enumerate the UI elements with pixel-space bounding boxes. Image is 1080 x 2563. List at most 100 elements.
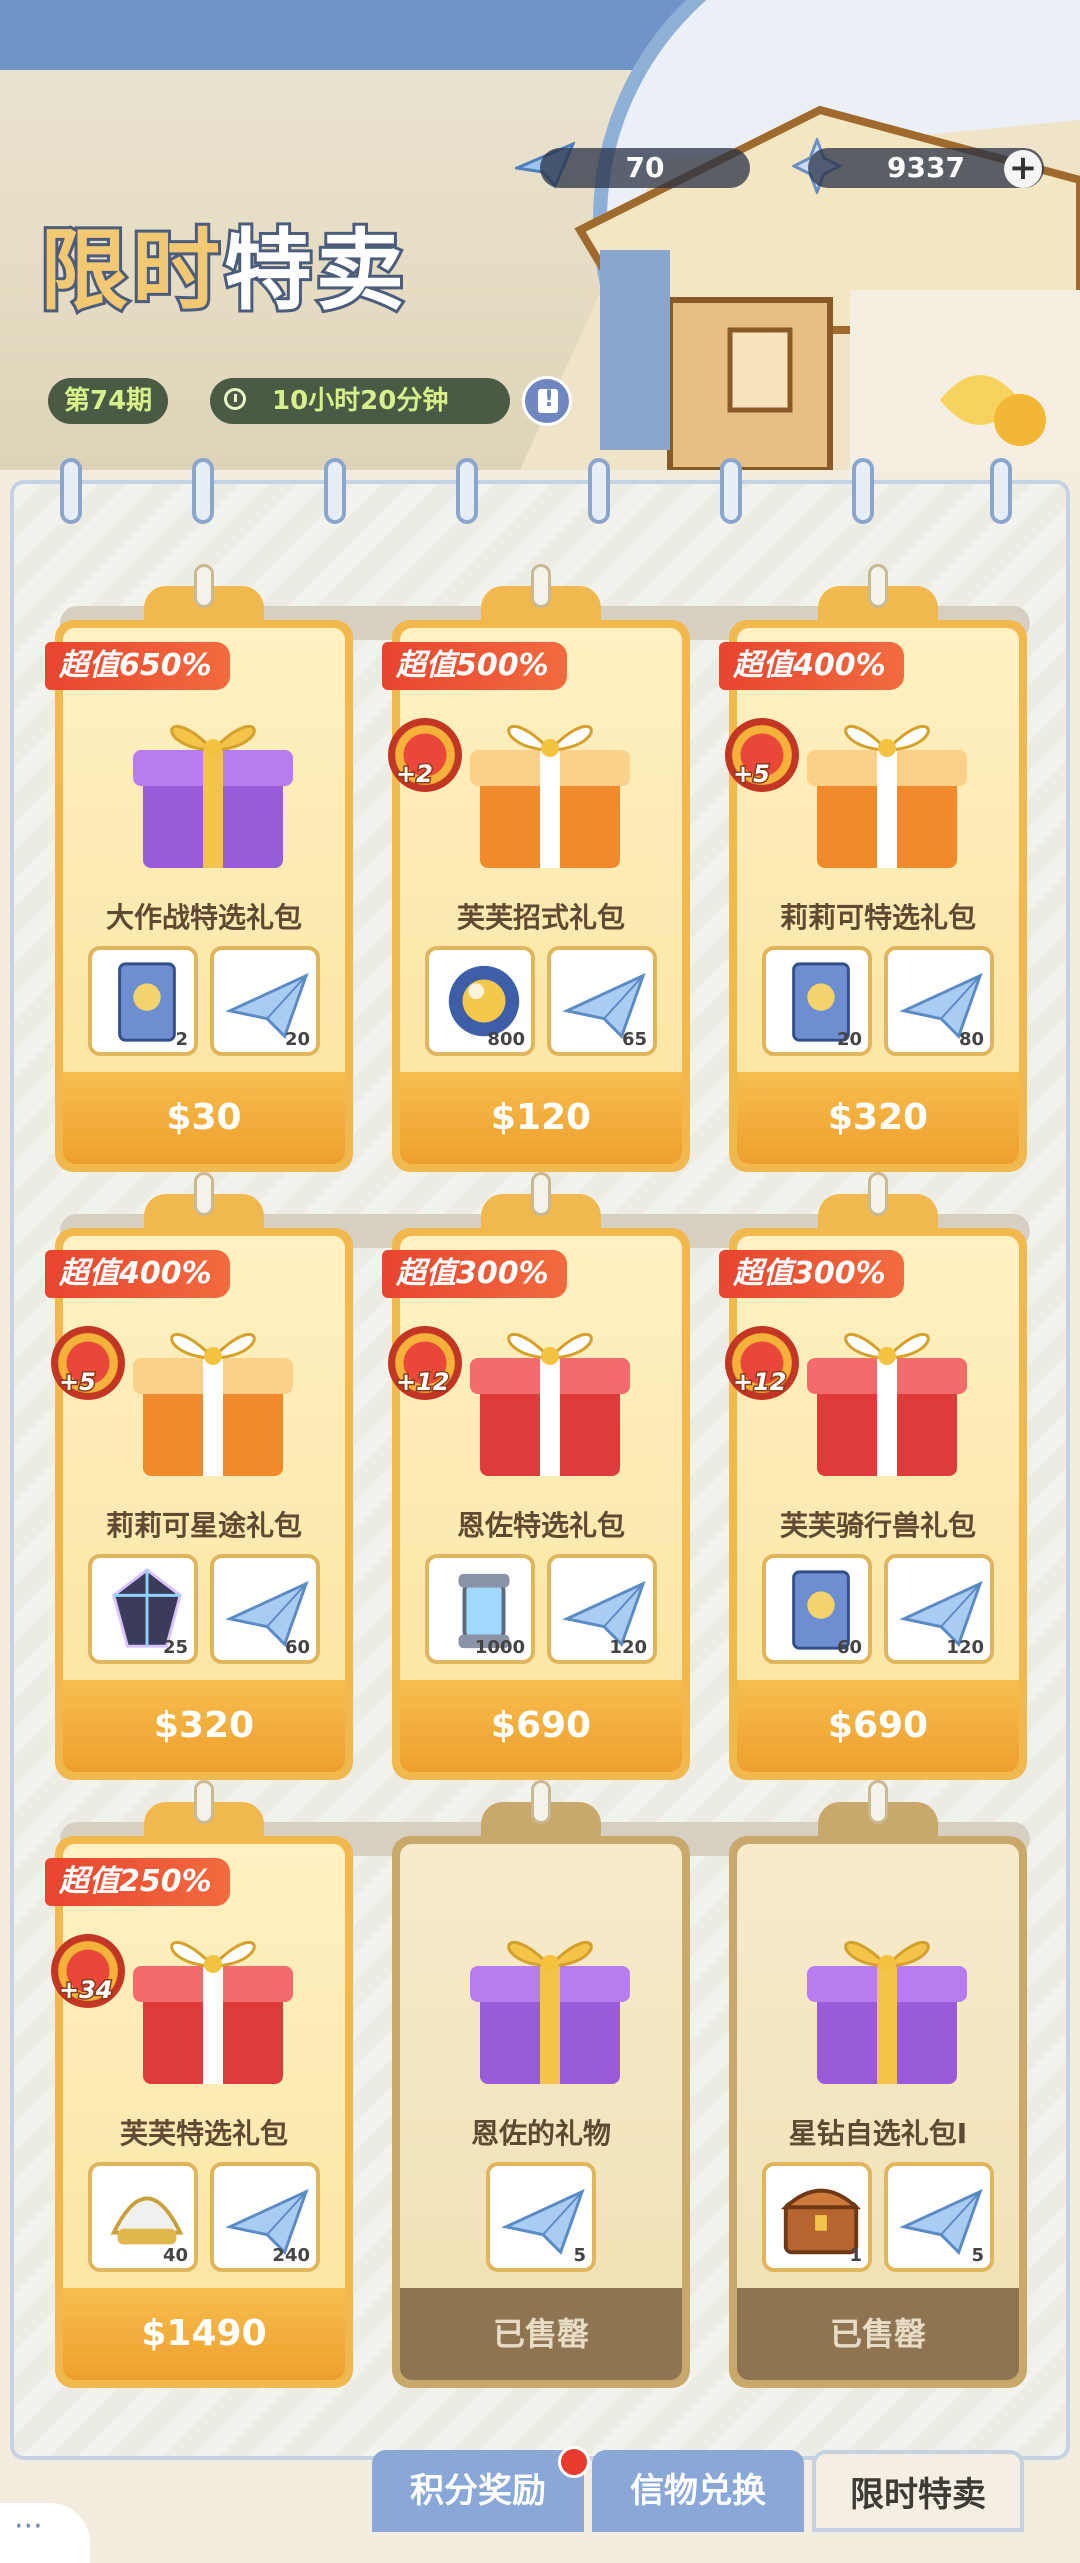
reward-item[interactable]: 800 (425, 946, 535, 1056)
item-count: 40 (162, 2245, 188, 2266)
reward-item[interactable]: 5 (486, 2162, 596, 2272)
reward-items: 800 65 (400, 946, 682, 1062)
paper-plane-balance: 70 (540, 148, 750, 188)
reward-items: 5 (400, 2162, 682, 2278)
gift-box-icon (807, 724, 967, 868)
price-button[interactable]: $690 (737, 1680, 1019, 1772)
chat-bubble-icon[interactable] (0, 2503, 90, 2563)
reward-item[interactable]: 60 (762, 1554, 872, 1664)
gift-pack-card[interactable]: 莉莉可星途礼包 25 60 $320 超值400% +5 (45, 1172, 353, 1780)
pack-name: 芙芙骑行兽礼包 (779, 1509, 976, 1542)
tab-token-exchange[interactable]: 信物兑换 (592, 2450, 804, 2532)
value-tag: 超值400% (45, 1250, 230, 1298)
reward-items: 2 20 (63, 946, 345, 1062)
price-button[interactable]: $120 (400, 1072, 682, 1164)
card-hanger (144, 1172, 264, 1242)
binder-ring (324, 458, 346, 524)
item-count: 1 (849, 2245, 862, 2266)
reward-item[interactable]: 5 (884, 2162, 994, 2272)
card-body: 芙芙骑行兽礼包 60 120 $690 (737, 1236, 1019, 1772)
item-count: 60 (836, 1637, 862, 1658)
countdown-timer: 10小时20分钟 (210, 378, 510, 424)
reward-items: 20 80 (737, 946, 1019, 1062)
reward-item[interactable]: 2 (88, 946, 198, 1056)
pack-name: 芙芙特选礼包 (119, 2117, 288, 2150)
gift-pack-card[interactable]: 星钻自选礼包I 1 5 已售罄 (729, 1780, 1027, 2388)
page-title: 限时特卖 (37, 200, 409, 325)
item-count: 800 (487, 1029, 525, 1050)
reward-item[interactable]: 120 (547, 1554, 657, 1664)
reward-item[interactable]: 120 (884, 1554, 994, 1664)
gift-pack-card[interactable]: 莉莉可特选礼包 20 80 $320 超值400% +5 (719, 564, 1027, 1172)
item-count: 20 (836, 1029, 862, 1050)
bonus-count: +12 (395, 1367, 451, 1398)
reward-item[interactable]: 20 (210, 946, 320, 1056)
reward-item[interactable]: 60 (210, 1554, 320, 1664)
item-count: 80 (958, 1029, 984, 1050)
value-tag: 超值250% (45, 1858, 230, 1906)
gift-pack-card[interactable]: 恩佐的礼物 5 已售罄 (392, 1780, 690, 2388)
gift-box-icon (133, 1332, 293, 1476)
binder-ring (588, 458, 610, 524)
value-tag: 超值650% (45, 642, 230, 690)
card-body: 星钻自选礼包I 1 5 已售罄 (737, 1844, 1019, 2380)
tab-points-reward[interactable]: 积分奖励 (372, 2450, 584, 2532)
reward-item[interactable]: 1000 (425, 1554, 535, 1664)
title-part2: 特卖 (221, 216, 409, 325)
gift-pack-card[interactable]: 恩佐特选礼包 1000 120 $690 超值300% +12 (382, 1172, 690, 1780)
reward-item[interactable]: 1 (762, 2162, 872, 2272)
value-tag: 超值400% (719, 642, 904, 690)
gift-pack-card[interactable]: 芙芙招式礼包 800 65 $120 超值500% +2 (382, 564, 690, 1172)
gift-box-icon (133, 724, 293, 868)
pack-name: 恩佐特选礼包 (456, 1509, 625, 1542)
reward-item[interactable]: 240 (210, 2162, 320, 2272)
item-count: 65 (621, 1029, 647, 1050)
price-button[interactable]: $320 (737, 1072, 1019, 1164)
card-hanger (144, 1780, 264, 1850)
gift-box-icon (470, 1940, 630, 2084)
card-body: 大作战特选礼包 2 20 $30 (63, 628, 345, 1164)
notification-dot (558, 2446, 590, 2478)
sold-out-label: 已售罄 (737, 2288, 1019, 2380)
bonus-count: +34 (58, 1975, 114, 2006)
bonus-count: +12 (732, 1367, 788, 1398)
price-button[interactable]: $320 (63, 1680, 345, 1772)
card-hanger (481, 1172, 601, 1242)
reward-items: 40 240 (63, 2162, 345, 2278)
reward-item[interactable]: 40 (88, 2162, 198, 2272)
reward-item[interactable]: 80 (884, 946, 994, 1056)
card-body: 恩佐的礼物 5 已售罄 (400, 1844, 682, 2380)
info-button[interactable] (522, 376, 572, 426)
gift-box-icon (807, 1332, 967, 1476)
card-hanger (818, 1780, 938, 1850)
pack-name: 恩佐的礼物 (470, 2117, 611, 2150)
item-count: 20 (284, 1029, 310, 1050)
item-count: 120 (609, 1637, 647, 1658)
price-button[interactable]: $1490 (63, 2288, 345, 2380)
gift-pack-card[interactable]: 芙芙特选礼包 40 240 $1490 超值250% +34 (45, 1780, 353, 2388)
card-body: 莉莉可特选礼包 20 80 $320 (737, 628, 1019, 1164)
reward-item[interactable]: 20 (762, 946, 872, 1056)
price-button[interactable]: $30 (63, 1072, 345, 1164)
card-hanger (481, 564, 601, 634)
gift-pack-card[interactable]: 芙芙骑行兽礼包 60 120 $690 超值300% +12 (719, 1172, 1027, 1780)
card-body: 莉莉可星途礼包 25 60 $320 (63, 1236, 345, 1772)
reward-item[interactable]: 65 (547, 946, 657, 1056)
tab-flash-sale[interactable]: 限时特卖 (812, 2450, 1024, 2532)
reward-item[interactable]: 25 (88, 1554, 198, 1664)
price-button[interactable]: $690 (400, 1680, 682, 1772)
item-count: 120 (946, 1637, 984, 1658)
value-tag: 超值500% (382, 642, 567, 690)
binder-ring (192, 458, 214, 524)
reward-items: 25 60 (63, 1554, 345, 1670)
bonus-count: +5 (732, 759, 772, 790)
header-banner: 70 9337 + 限时特卖 第74期 10小时20分钟 (0, 0, 1080, 470)
card-body: 芙芙招式礼包 800 65 $120 (400, 628, 682, 1164)
add-currency-button[interactable]: + (1004, 150, 1042, 188)
card-body: 芙芙特选礼包 40 240 $1490 (63, 1844, 345, 2380)
value-tag: 超值300% (382, 1250, 567, 1298)
gift-pack-card[interactable]: 大作战特选礼包 2 20 $30 超值650% (45, 564, 353, 1172)
gift-box-icon (470, 724, 630, 868)
title-part1: 限时 (37, 216, 225, 325)
item-count: 5 (971, 2245, 984, 2266)
